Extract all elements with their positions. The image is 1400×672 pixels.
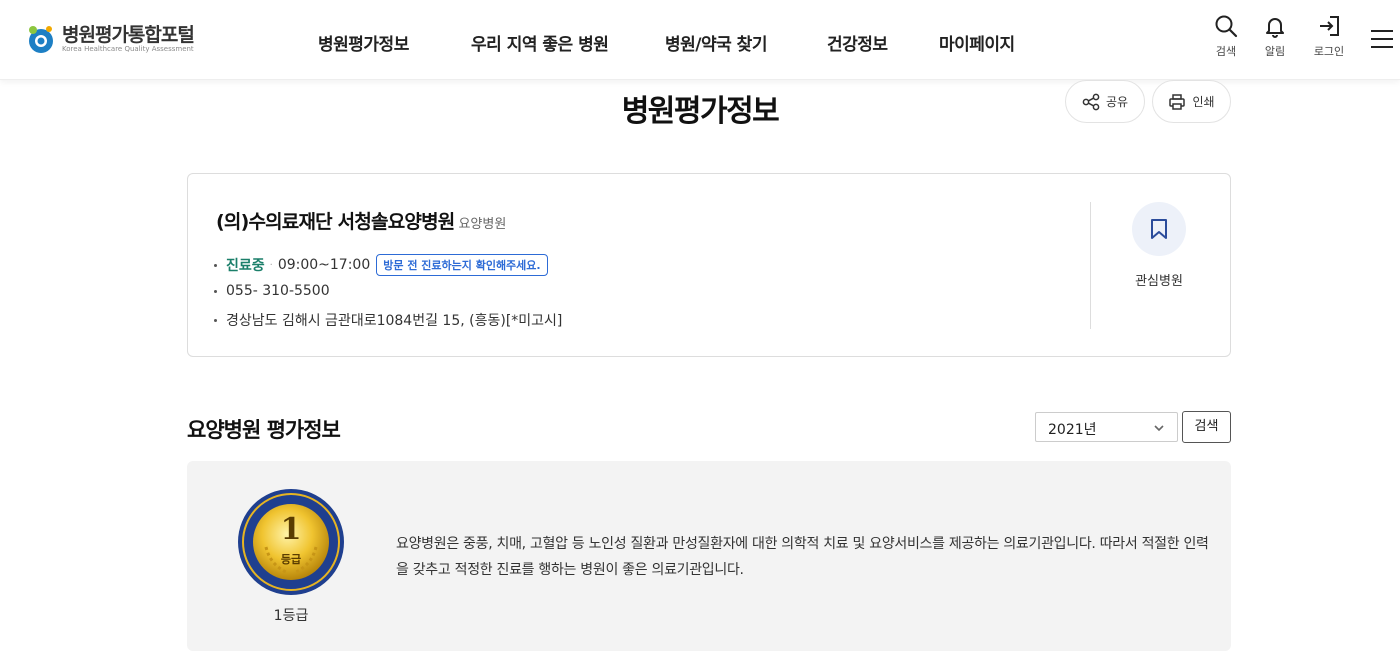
nav-item-evaluation[interactable]: 병원평가정보 <box>318 30 409 55</box>
hospital-address: 경상남도 김해시 금관대로1084번길 15, (흥동)[*미고시] <box>226 313 563 329</box>
alarm-label: 알림 <box>1264 45 1286 58</box>
bell-icon <box>1266 18 1284 38</box>
grade-description: 요양병원은 중풍, 치매, 고혈압 등 노인성 질환과 만성질환자에 대한 의학… <box>396 536 1209 578</box>
search-icon <box>1215 15 1238 38</box>
nav-item-mypage[interactable]: 마이페이지 <box>939 30 1015 55</box>
hospital-type: 요양병원 <box>458 217 507 232</box>
hospital-info-card: (의)수의료재단 서청솔요양병원 요양병원 진료중 · 09:00~17:00 방… <box>187 173 1231 357</box>
year-search-button[interactable]: 검색 <box>1182 411 1231 443</box>
year-select[interactable]: 2021년 <box>1035 412 1178 442</box>
header-login-button[interactable]: 로그인 <box>1304 14 1354 59</box>
grade-info-box: 1 등급 1등급 요양병원은 중풍, 치매, 고혈압 등 노인성 질환과 만성질… <box>187 461 1231 651</box>
share-label: 공유 <box>1105 95 1129 109</box>
bookmark-icon <box>1151 219 1167 239</box>
login-label: 로그인 <box>1313 45 1345 58</box>
header-alarm-button[interactable]: 알림 <box>1250 14 1300 59</box>
header-search-button[interactable]: 검색 <box>1201 14 1251 59</box>
nav-item-find-hospital[interactable]: 병원/약국 찾기 <box>665 30 767 55</box>
bullet <box>214 263 217 267</box>
login-icon <box>1320 16 1339 36</box>
hospital-name: (의)수의료재단 서청솔요양병원 <box>216 211 455 233</box>
medal-grade-text: 등급 <box>281 553 301 566</box>
nav-item-local-hospitals[interactable]: 우리 지역 좋은 병원 <box>471 30 609 55</box>
hospital-name-row: (의)수의료재단 서청솔요양병원 요양병원 <box>216 207 506 234</box>
favorite-hospital-button[interactable] <box>1132 202 1186 256</box>
chevron-down-icon <box>1154 425 1164 432</box>
hours-row: 진료중 · 09:00~17:00 방문 전 진료하는지 확인해주세요. <box>214 254 548 276</box>
main-nav: 병원평가정보 우리 지역 좋은 병원 병원/약국 찾기 건강정보 마이페이지 <box>0 0 1400 80</box>
bullet <box>214 289 217 293</box>
evaluation-section-title: 요양병원 평가정보 <box>187 418 341 442</box>
hamburger-menu-icon[interactable] <box>1371 30 1393 50</box>
site-header: 병원평가통합포털 Korea Healthcare Quality Assess… <box>0 0 1400 80</box>
hospital-phone[interactable]: 055- 310-5500 <box>226 283 330 299</box>
status-badge: 진료중 <box>226 258 265 274</box>
opening-hours: 09:00~17:00 <box>277 257 371 273</box>
phone-row: 055- 310-5500 <box>214 283 330 299</box>
print-button[interactable]: 인쇄 <box>1152 80 1231 123</box>
search-label: 검색 <box>1215 45 1237 58</box>
share-button[interactable]: 공유 <box>1065 80 1145 123</box>
separator-dot: · <box>269 259 273 271</box>
favorite-hospital-label: 관심병원 <box>1135 274 1183 289</box>
medal-grade-number: 1 <box>281 512 302 547</box>
card-divider <box>1090 202 1091 329</box>
share-icon <box>1082 93 1100 110</box>
grade-label: 1등급 <box>273 608 309 624</box>
year-select-value: 2021년 <box>1048 422 1097 438</box>
bullet <box>214 318 217 322</box>
address-row: 경상남도 김해시 금관대로1084번길 15, (흥동)[*미고시] <box>214 310 562 330</box>
grade-medal-icon: 1 등급 <box>236 487 346 597</box>
nav-item-health-info[interactable]: 건강정보 <box>827 30 888 55</box>
visit-notice-badge: 방문 전 진료하는지 확인해주세요. <box>376 254 548 276</box>
print-label: 인쇄 <box>1192 95 1215 109</box>
print-icon <box>1169 93 1186 110</box>
